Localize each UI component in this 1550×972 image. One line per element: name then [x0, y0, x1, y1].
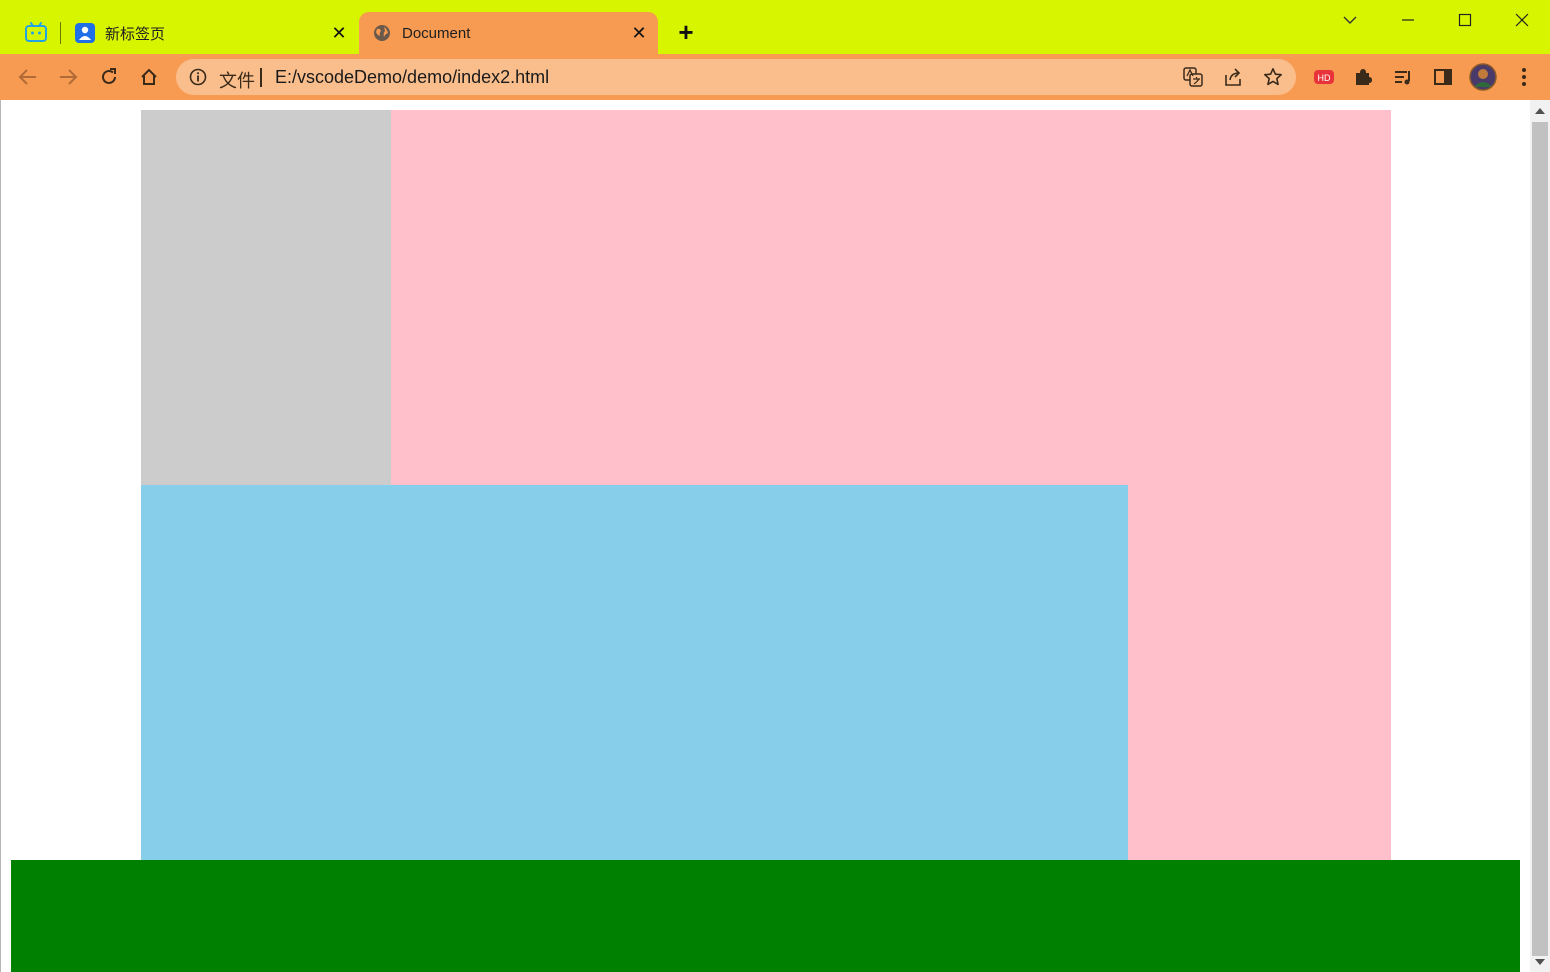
- new-tab-button[interactable]: +: [672, 17, 700, 47]
- tab-strip: 新标签页 ✕ Document ✕ +: [0, 0, 1550, 54]
- home-icon[interactable]: [134, 62, 164, 92]
- bilibili-tv-icon: [25, 22, 47, 42]
- avatar[interactable]: [1468, 62, 1498, 92]
- vertical-scrollbar[interactable]: [1530, 100, 1550, 972]
- side-panel-icon[interactable]: [1428, 62, 1458, 92]
- page-viewport: [0, 100, 1530, 972]
- tab-document[interactable]: Document ✕: [359, 12, 658, 54]
- browser-toolbar: 文件 E:/vscodeDemo/demo/index2.html HD: [0, 54, 1550, 100]
- scroll-down-arrow-icon[interactable]: [1530, 955, 1550, 969]
- tab-close-button[interactable]: ✕: [628, 22, 650, 44]
- tab-close-button[interactable]: ✕: [328, 22, 350, 44]
- reload-icon[interactable]: [94, 62, 124, 92]
- extensions-puzzle-icon[interactable]: [1348, 62, 1378, 92]
- hd-extension-icon[interactable]: HD: [1309, 62, 1339, 92]
- forward-arrow-icon[interactable]: [53, 62, 83, 92]
- translate-icon[interactable]: [1183, 67, 1203, 87]
- menu-more-icon[interactable]: [1509, 62, 1539, 92]
- back-arrow-icon[interactable]: [13, 62, 43, 92]
- tab-separator: [60, 22, 61, 44]
- scheme-separator: [260, 68, 262, 87]
- address-bar[interactable]: 文件 E:/vscodeDemo/demo/index2.html: [176, 59, 1296, 95]
- tab-title: Document: [402, 24, 471, 42]
- green-box: [11, 860, 1520, 972]
- scheme-label: 文件: [219, 71, 255, 91]
- tab-title: 新标签页: [105, 25, 166, 43]
- gray-box: [141, 110, 391, 485]
- share-icon[interactable]: [1223, 67, 1243, 87]
- scrollbar-thumb[interactable]: [1532, 122, 1548, 956]
- hd-badge-text: HD: [1318, 73, 1331, 83]
- tab-new-tab-page[interactable]: 新标签页 ✕: [62, 12, 358, 54]
- close-window-icon[interactable]: [1502, 4, 1542, 36]
- minimize-icon[interactable]: [1388, 4, 1428, 36]
- maximize-icon[interactable]: [1445, 4, 1485, 36]
- url-text[interactable]: E:/vscodeDemo/demo/index2.html: [275, 67, 549, 88]
- reading-list-icon[interactable]: [1388, 62, 1418, 92]
- pinned-tab-bilibili[interactable]: [18, 14, 54, 50]
- info-icon[interactable]: [189, 68, 207, 86]
- bookmark-star-icon[interactable]: [1263, 67, 1283, 87]
- profile-icon: [75, 23, 95, 43]
- tab-search-chevron-down-icon[interactable]: [1330, 4, 1370, 36]
- blue-box: [141, 485, 1128, 860]
- globe-icon: [372, 23, 392, 43]
- scroll-up-arrow-icon[interactable]: [1530, 103, 1550, 119]
